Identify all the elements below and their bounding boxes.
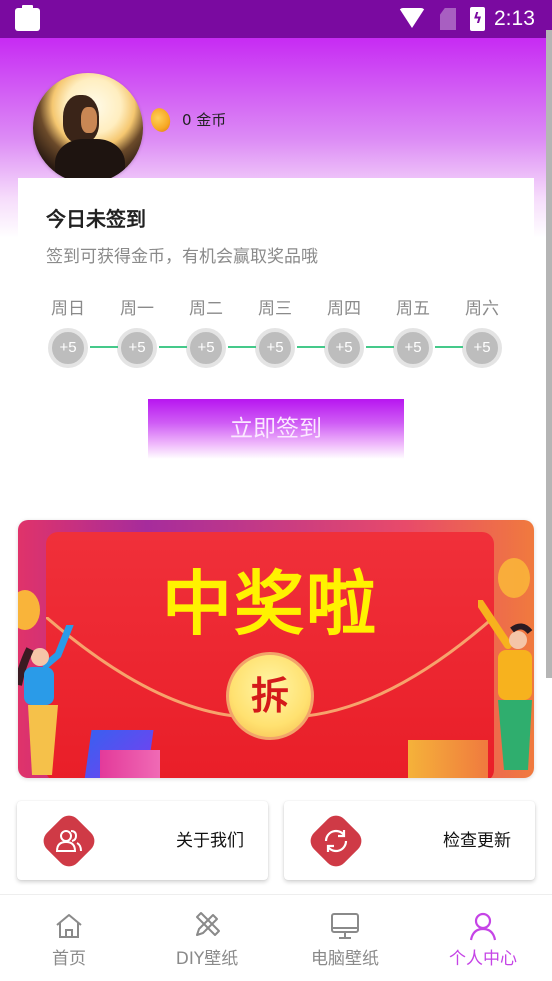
day-monday: 周一 +5 (115, 297, 159, 368)
signin-button[interactable]: 立即签到 (148, 399, 404, 459)
person-illustration (18, 625, 74, 775)
coins-balance: 0 金币 (182, 111, 227, 129)
refresh-icon (305, 810, 367, 872)
day-connector (297, 346, 325, 348)
coin-decoration (498, 558, 530, 598)
user-icon (469, 912, 497, 941)
scrollbar[interactable] (546, 30, 552, 678)
day-label: 周一 (120, 299, 154, 319)
day-saturday: 周六 +5 (460, 297, 504, 368)
day-reward: +5 (255, 328, 295, 368)
no-sim-icon (440, 8, 456, 30)
day-label: 周五 (396, 299, 430, 319)
status-bar: ϟ 2:13 (0, 0, 552, 38)
signin-subtitle: 签到可获得金币，有机会赢取奖品哦 (46, 247, 318, 267)
week-days: 周日 +5 周一 +5 周二 +5 周三 +5 周四 +5 周五 +5 周六 +… (46, 297, 506, 371)
day-connector (435, 346, 463, 348)
day-reward: +5 (324, 328, 364, 368)
day-friday: 周五 +5 (391, 297, 435, 368)
day-sunday: 周日 +5 (46, 297, 90, 368)
day-wednesday: 周三 +5 (253, 297, 297, 368)
banner-title: 中奖啦 (162, 563, 378, 645)
open-seal-button[interactable]: 拆 (226, 652, 314, 740)
signin-status-title: 今日未签到 (46, 207, 146, 231)
wifi-icon (399, 8, 425, 28)
monitor-icon (331, 913, 359, 939)
nav-label: 首页 (52, 949, 86, 969)
status-time: 2:13 (494, 7, 535, 30)
day-tuesday: 周二 +5 (184, 297, 228, 368)
day-reward: +5 (186, 328, 226, 368)
nav-label: 电脑壁纸 (311, 949, 379, 969)
check-update-label: 检查更新 (443, 831, 511, 851)
day-label: 周六 (465, 299, 499, 319)
day-connector (366, 346, 394, 348)
day-reward: +5 (48, 328, 88, 368)
home-icon (56, 914, 82, 938)
day-reward: +5 (117, 328, 157, 368)
pencil-ruler-icon (196, 912, 220, 936)
users-icon (38, 810, 100, 872)
day-label: 周日 (51, 299, 85, 319)
check-update-button[interactable]: 检查更新 (284, 801, 535, 880)
gift-box-decoration (408, 740, 488, 778)
nav-label: DIY壁纸 (175, 949, 239, 969)
day-label: 周二 (189, 299, 223, 319)
day-reward: +5 (393, 328, 433, 368)
person-illustration (478, 600, 533, 770)
clipboard-icon (15, 5, 40, 31)
prize-banner[interactable]: 中奖啦 拆 (18, 520, 534, 778)
bottom-nav: 首页 DIY壁纸 电脑壁纸 个人中心 (0, 894, 552, 981)
day-label: 周三 (258, 299, 292, 319)
avatar[interactable] (33, 73, 143, 183)
battery-charging-icon: ϟ (470, 7, 485, 31)
coin-decoration (18, 590, 40, 630)
day-thursday: 周四 +5 (322, 297, 366, 368)
about-us-label: 关于我们 (176, 831, 244, 851)
day-connector (90, 346, 118, 348)
day-connector (159, 346, 187, 348)
nav-item-diy-wallpaper[interactable]: DIY壁纸 (138, 895, 276, 981)
nav-label: 个人中心 (449, 949, 517, 969)
nav-item-pc-wallpaper[interactable]: 电脑壁纸 (276, 895, 414, 981)
day-reward: +5 (462, 328, 502, 368)
day-connector (228, 346, 256, 348)
nav-item-home[interactable]: 首页 (0, 895, 138, 981)
gift-box-decoration (100, 750, 160, 778)
nav-item-profile[interactable]: 个人中心 (414, 895, 552, 981)
about-us-button[interactable]: 关于我们 (17, 801, 268, 880)
day-label: 周四 (327, 299, 361, 319)
